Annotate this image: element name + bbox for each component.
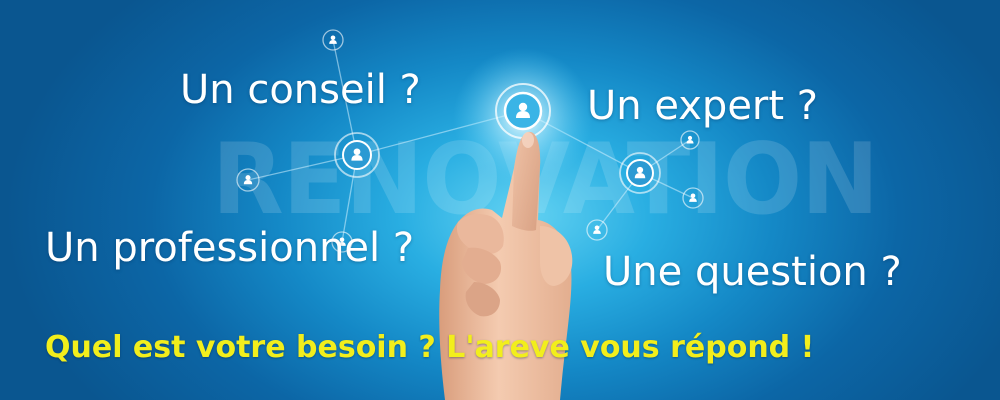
user-node-icon bbox=[334, 132, 380, 178]
user-node-icon bbox=[495, 83, 551, 139]
question-question: Une question ? bbox=[603, 249, 902, 295]
question-professionnel: Un professionnel ? bbox=[45, 225, 415, 271]
question-conseil: Un conseil ? bbox=[180, 67, 421, 113]
tagline: Quel est votre besoin ? L'areve vous rép… bbox=[45, 330, 815, 365]
question-expert: Un expert ? bbox=[587, 83, 818, 129]
user-node-icon bbox=[619, 152, 661, 194]
renovation-banner: RENOVATION bbox=[0, 0, 1000, 400]
